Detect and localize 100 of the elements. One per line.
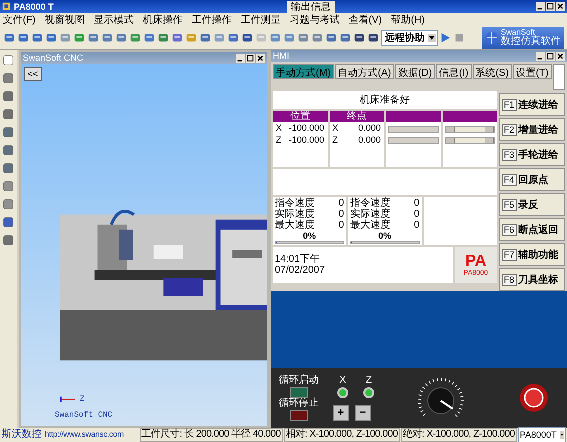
caret-icon bbox=[560, 431, 564, 439]
percent-label: 0% bbox=[303, 231, 316, 241]
tool-icon[interactable] bbox=[2, 162, 15, 175]
cycle-stop-button[interactable] bbox=[290, 410, 308, 420]
menu-item[interactable]: 帮助(H) bbox=[391, 13, 426, 27]
axis-label: Z bbox=[80, 395, 85, 404]
tool-icon[interactable] bbox=[2, 234, 15, 247]
output-tab[interactable]: 输出信息 bbox=[286, 0, 335, 12]
function-key[interactable]: F8 刀具坐标 bbox=[499, 268, 565, 291]
tool-icon[interactable] bbox=[2, 180, 15, 193]
function-key[interactable]: F5 录反 bbox=[499, 193, 565, 216]
close-button[interactable] bbox=[556, 52, 565, 60]
speed-label: 最大速度 bbox=[275, 220, 315, 231]
function-key[interactable]: F4 回原点 bbox=[499, 168, 565, 191]
slider-track bbox=[388, 137, 438, 144]
maximize-button[interactable] bbox=[246, 54, 255, 62]
axis-label: Z bbox=[276, 134, 282, 146]
menu-item[interactable]: 视窗视图 bbox=[44, 13, 85, 27]
mode-tab[interactable]: 信息(I) bbox=[436, 64, 472, 79]
tool-icon[interactable] bbox=[2, 126, 15, 139]
website-link[interactable]: http://www.swansc.com bbox=[45, 429, 124, 441]
speed-value: 0 bbox=[414, 220, 420, 231]
collapse-button[interactable]: << bbox=[24, 67, 42, 81]
lamp-label: Z bbox=[366, 376, 372, 386]
swansoft-logo: SwanSoft 数控仿真软件 bbox=[482, 27, 564, 49]
axis-label: Z bbox=[332, 134, 338, 146]
scroll-bar[interactable] bbox=[444, 126, 495, 133]
speed-value: 0 bbox=[338, 220, 344, 231]
function-key[interactable]: F1 连续进给 bbox=[499, 93, 565, 116]
speed-value: 0 bbox=[338, 198, 344, 209]
tool-icon[interactable] bbox=[2, 108, 15, 121]
button-label: 循环停止 bbox=[279, 398, 319, 408]
close-button[interactable] bbox=[256, 54, 265, 62]
mode-tab[interactable]: 系统(S) bbox=[472, 64, 512, 79]
date-text: 07/02/2007 bbox=[275, 265, 326, 276]
speed-value: 0 bbox=[414, 198, 420, 209]
speed-value: 0 bbox=[414, 209, 420, 220]
tool-icon[interactable] bbox=[2, 144, 15, 157]
machine-dropdown[interactable]: PA8000T bbox=[518, 427, 566, 442]
mode-tab[interactable]: 数据(D) bbox=[395, 64, 436, 79]
mode-tab[interactable]: 手动方式(M) bbox=[273, 64, 334, 79]
function-key[interactable]: F3 手轮进给 bbox=[499, 143, 565, 166]
table-header bbox=[442, 111, 497, 122]
menu-item[interactable]: 显示模式 bbox=[94, 13, 134, 27]
remote-assist-dropdown[interactable]: 远程协助 bbox=[381, 30, 438, 46]
speed-value: 0 bbox=[338, 209, 344, 220]
menu-item[interactable]: 工件测量 bbox=[240, 13, 281, 27]
menu-item[interactable]: 查看(V) bbox=[348, 13, 382, 27]
window-title: HMI bbox=[273, 51, 290, 61]
menu-item[interactable]: 文件(F) bbox=[3, 13, 36, 27]
time-text: 14:01下午 bbox=[275, 254, 322, 265]
percent-label: 0% bbox=[378, 231, 392, 241]
menu-item[interactable]: 工件操作 bbox=[192, 13, 232, 27]
speed-label: 指令速度 bbox=[350, 198, 390, 209]
minimize-button[interactable] bbox=[536, 2, 545, 11]
plus-button[interactable]: + bbox=[333, 404, 349, 420]
axis-label: X bbox=[332, 122, 339, 134]
status-field: 工件尺寸: 长 200.000 半径 40.000 bbox=[140, 428, 283, 442]
caret-icon bbox=[428, 34, 436, 42]
coordinate-value: 0.000 bbox=[358, 134, 381, 146]
window-title: SwanSoft CNC bbox=[23, 53, 84, 63]
tool-icon[interactable] bbox=[2, 90, 15, 103]
coordinate-value: 0.000 bbox=[358, 122, 381, 134]
tool-icon[interactable] bbox=[2, 54, 15, 67]
scroll-bar[interactable] bbox=[444, 137, 495, 144]
coordinate-value: -100.000 bbox=[288, 134, 324, 146]
slider-track bbox=[388, 126, 438, 133]
window-title: PA8000 T bbox=[14, 2, 54, 12]
tool-icon[interactable] bbox=[2, 198, 15, 211]
menu-item[interactable]: 习题与考试 bbox=[290, 13, 340, 27]
app-icon bbox=[2, 2, 11, 11]
emergency-stop-button[interactable] bbox=[519, 383, 549, 413]
function-key[interactable]: F7 辅助功能 bbox=[499, 243, 565, 266]
minimize-button[interactable] bbox=[536, 52, 545, 60]
tool-icon[interactable] bbox=[2, 216, 15, 229]
cycle-start-button[interactable] bbox=[290, 386, 308, 398]
speed-label: 指令速度 bbox=[275, 198, 315, 209]
minus-button[interactable]: − bbox=[355, 404, 371, 420]
close-button[interactable] bbox=[556, 2, 565, 11]
function-key[interactable]: F2 增量进给 bbox=[499, 118, 565, 141]
maximize-button[interactable] bbox=[546, 52, 555, 60]
viewport-caption: SwanSoft CNC bbox=[55, 411, 113, 420]
lamp-label: X bbox=[340, 376, 346, 386]
axis-icon bbox=[59, 396, 77, 403]
axis-label: X bbox=[276, 122, 282, 134]
table-header bbox=[386, 111, 440, 122]
minimize-button[interactable] bbox=[236, 54, 245, 62]
tool-icon[interactable] bbox=[2, 72, 15, 85]
mode-tab[interactable]: 自动方式(A) bbox=[335, 64, 394, 79]
progress-bar bbox=[275, 241, 344, 244]
menu-item[interactable]: 机床操作 bbox=[142, 13, 183, 27]
coordinate-value: -100.000 bbox=[288, 122, 324, 134]
mode-tab[interactable]: 设置(T) bbox=[513, 64, 552, 79]
progress-bar bbox=[350, 241, 420, 244]
function-key[interactable]: F6 断点返回 bbox=[499, 218, 565, 241]
speed-label: 实际速度 bbox=[350, 209, 390, 220]
status-field: 相对: X-100.000, Z-100.000 bbox=[284, 428, 400, 442]
brand-text: 斯沃数控 bbox=[2, 429, 42, 441]
table-header: 位置 bbox=[273, 111, 328, 122]
maximize-button[interactable] bbox=[546, 2, 555, 11]
